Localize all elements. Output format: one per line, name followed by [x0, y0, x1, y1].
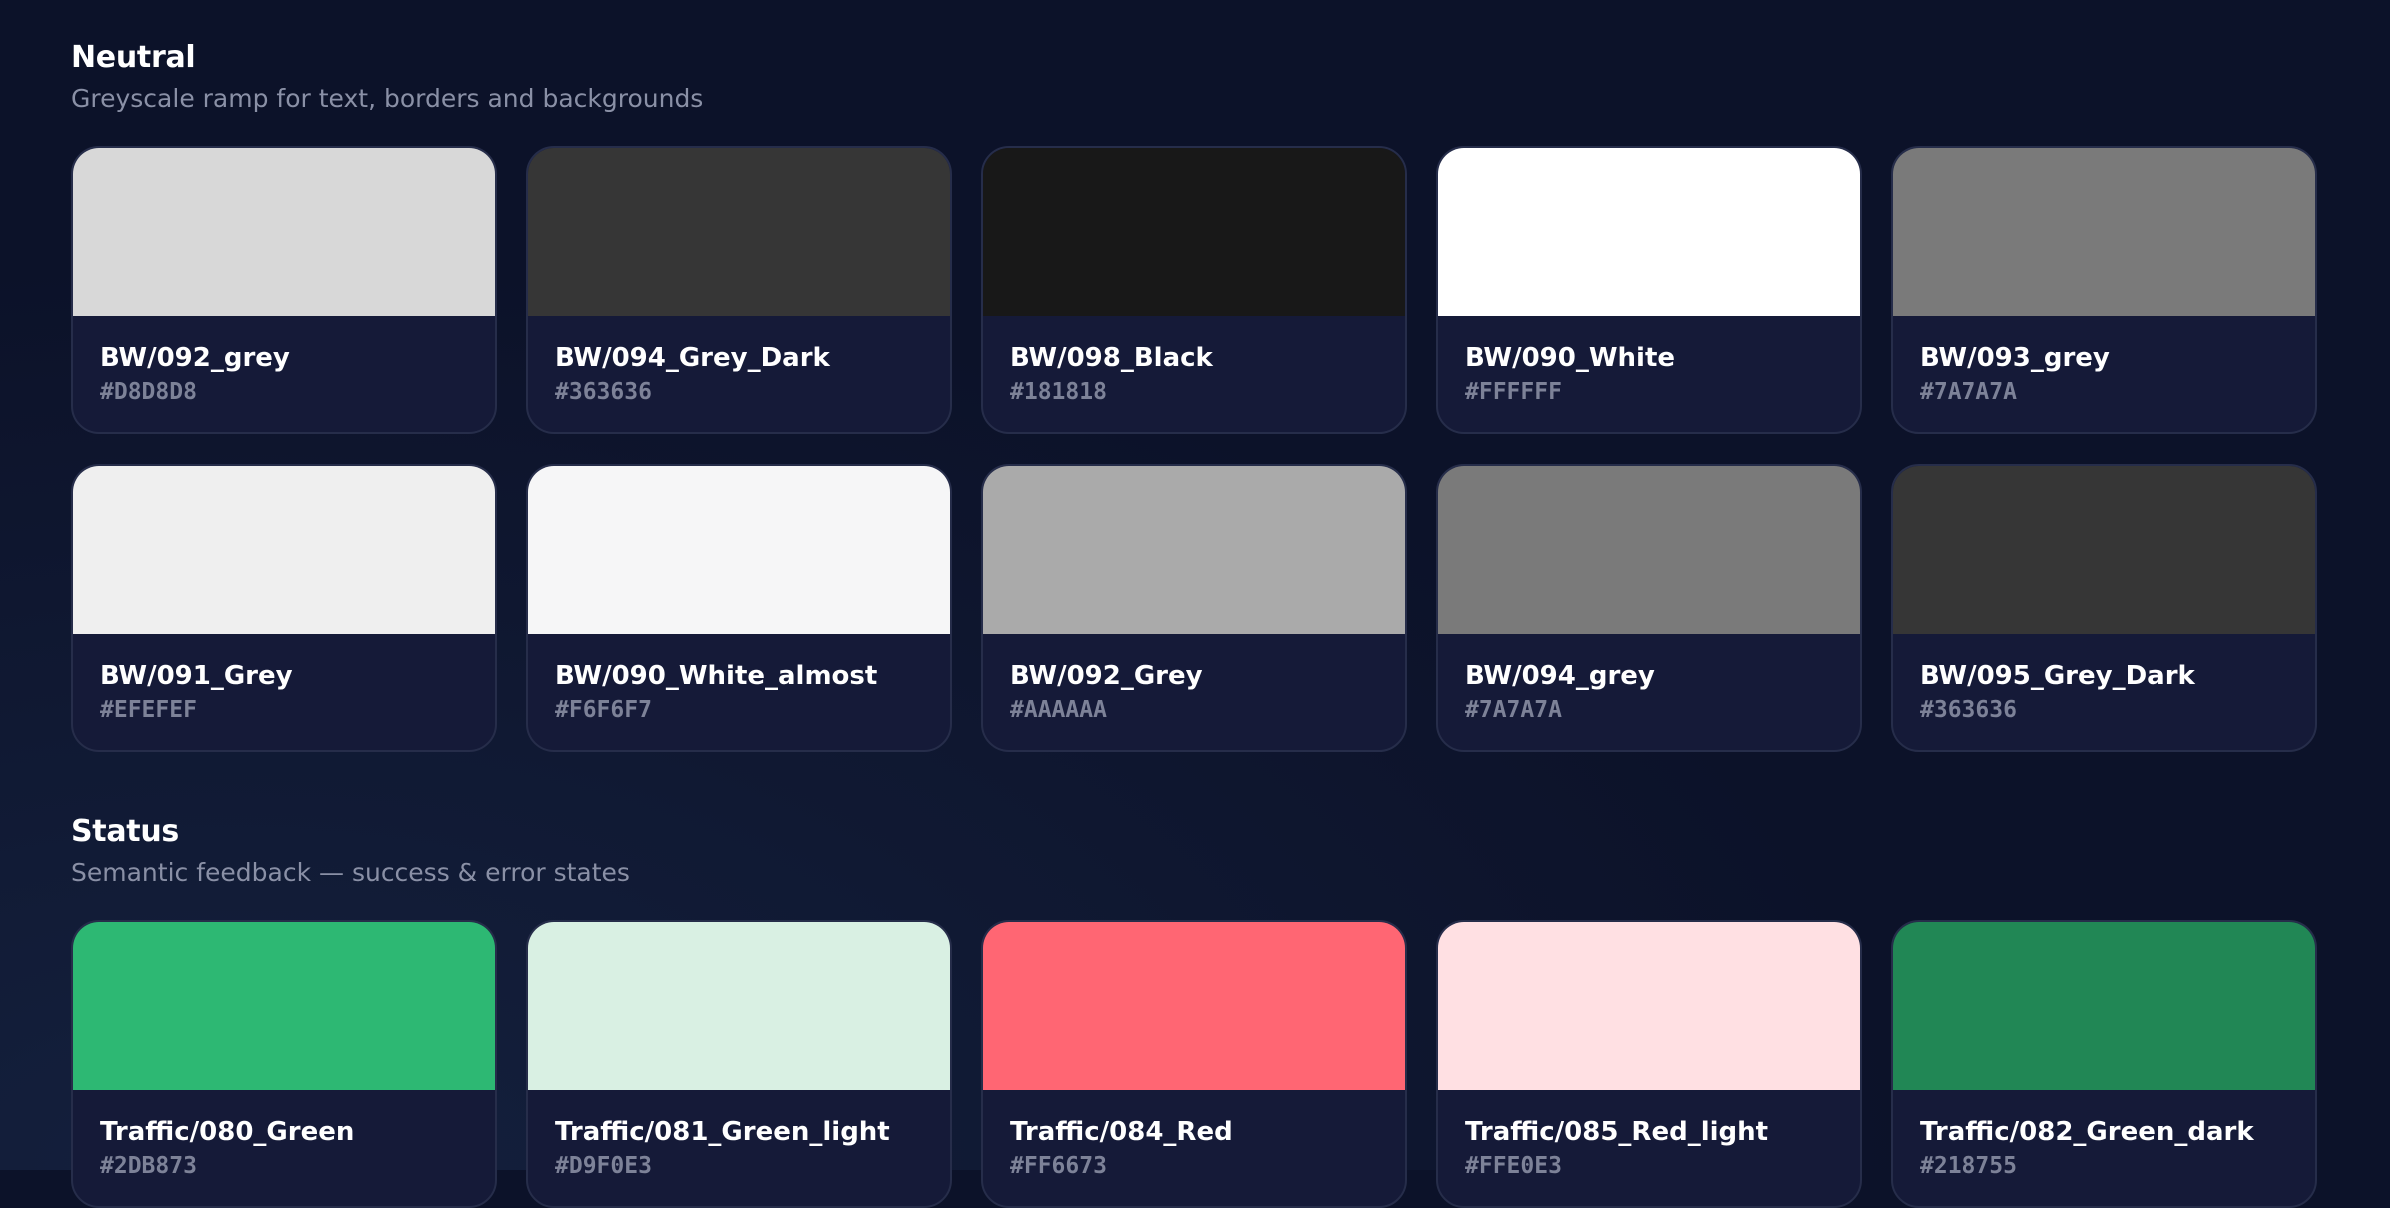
token-name: BW/091_Grey — [100, 661, 293, 691]
token-hex: #FFFFFF — [1465, 379, 1562, 405]
color-card[interactable]: BW/095_Grey_Dark #363636 — [1891, 464, 2317, 752]
token-name: BW/094_grey — [1465, 661, 1655, 691]
color-card[interactable]: BW/092_grey #D8D8D8 — [71, 146, 497, 434]
color-card[interactable]: BW/091_Grey #EFEFEF — [71, 464, 497, 752]
color-swatch — [1893, 922, 2315, 1090]
token-hex: #D8D8D8 — [100, 379, 197, 405]
token-hex: #7A7A7A — [1465, 697, 1562, 723]
token-hex: #363636 — [555, 379, 652, 405]
swatch-grid: Traffic/080_Green #2DB873 Traffic/081_Gre… — [71, 920, 2319, 1208]
token-name: BW/092_Grey — [1010, 661, 1203, 691]
section-title: Neutral — [71, 40, 196, 75]
token-name: Traffic/084_Red — [1010, 1117, 1233, 1147]
color-swatch — [1438, 922, 1860, 1090]
color-swatch — [1438, 466, 1860, 634]
color-card[interactable]: BW/090_White #FFFFFF — [1436, 146, 1862, 434]
token-name: Traffic/081_Green_light — [555, 1117, 890, 1147]
color-card[interactable]: Traffic/080_Green #2DB873 — [71, 920, 497, 1208]
color-card[interactable]: Traffic/084_Red #FF6673 — [981, 920, 1407, 1208]
token-hex: #218755 — [1920, 1153, 2017, 1179]
section-subtitle: Semantic feedback — success & error stat… — [71, 858, 630, 887]
token-name: BW/090_White — [1465, 343, 1676, 373]
color-swatch — [73, 466, 495, 634]
color-swatch — [983, 922, 1405, 1090]
color-swatch — [73, 148, 495, 316]
color-card[interactable]: BW/092_Grey #AAAAAA — [981, 464, 1407, 752]
color-card[interactable]: Traffic/085_Red_light #FFE0E3 — [1436, 920, 1862, 1208]
color-card[interactable]: Traffic/082_Green_dark #218755 — [1891, 920, 2317, 1208]
token-name: BW/098_Black — [1010, 343, 1213, 373]
token-hex: #FF6673 — [1010, 1153, 1107, 1179]
token-hex: #181818 — [1010, 379, 1107, 405]
token-hex: #FFE0E3 — [1465, 1153, 1562, 1179]
token-name: BW/093_grey — [1920, 343, 2110, 373]
palette-page: Neutral Greyscale ramp for text, borders… — [71, 38, 2319, 1208]
token-hex: #D9F0E3 — [555, 1153, 652, 1179]
section-neutral: Neutral Greyscale ramp for text, borders… — [71, 38, 2319, 752]
section-subtitle: Greyscale ramp for text, borders and bac… — [71, 84, 704, 113]
color-card[interactable]: BW/094_Grey_Dark #363636 — [526, 146, 952, 434]
color-card[interactable]: Traffic/081_Green_light #D9F0E3 — [526, 920, 952, 1208]
color-swatch — [1893, 148, 2315, 316]
token-hex: #EFEFEF — [100, 697, 197, 723]
color-swatch — [1438, 148, 1860, 316]
color-swatch — [73, 922, 495, 1090]
color-swatch — [528, 922, 950, 1090]
section-status: Status Semantic feedback — success & err… — [71, 812, 2319, 1208]
swatch-grid: BW/092_grey #D8D8D8 BW/094_Grey_Dark #3636… — [71, 146, 2319, 752]
token-name: BW/095_Grey_Dark — [1920, 661, 2195, 691]
token-hex: #2DB873 — [100, 1153, 197, 1179]
section-title: Status — [71, 814, 179, 849]
color-card[interactable]: BW/093_grey #7A7A7A — [1891, 146, 2317, 434]
color-swatch — [528, 466, 950, 634]
color-card[interactable]: BW/094_grey #7A7A7A — [1436, 464, 1862, 752]
color-card[interactable]: BW/098_Black #181818 — [981, 146, 1407, 434]
token-hex: #F6F6F7 — [555, 697, 652, 723]
token-name: Traffic/085_Red_light — [1465, 1117, 1769, 1147]
token-hex: #7A7A7A — [1920, 379, 2017, 405]
color-card[interactable]: BW/090_White_almost #F6F6F7 — [526, 464, 952, 752]
token-name: BW/094_Grey_Dark — [555, 343, 830, 373]
token-name: Traffic/082_Green_dark — [1920, 1117, 2254, 1147]
color-swatch — [528, 148, 950, 316]
token-name: BW/092_grey — [100, 343, 290, 373]
color-swatch — [983, 466, 1405, 634]
token-hex: #363636 — [1920, 697, 2017, 723]
color-swatch — [983, 148, 1405, 316]
token-hex: #AAAAAA — [1010, 697, 1107, 723]
token-name: Traffic/080_Green — [100, 1117, 355, 1147]
token-name: BW/090_White_almost — [555, 661, 878, 691]
color-swatch — [1893, 466, 2315, 634]
